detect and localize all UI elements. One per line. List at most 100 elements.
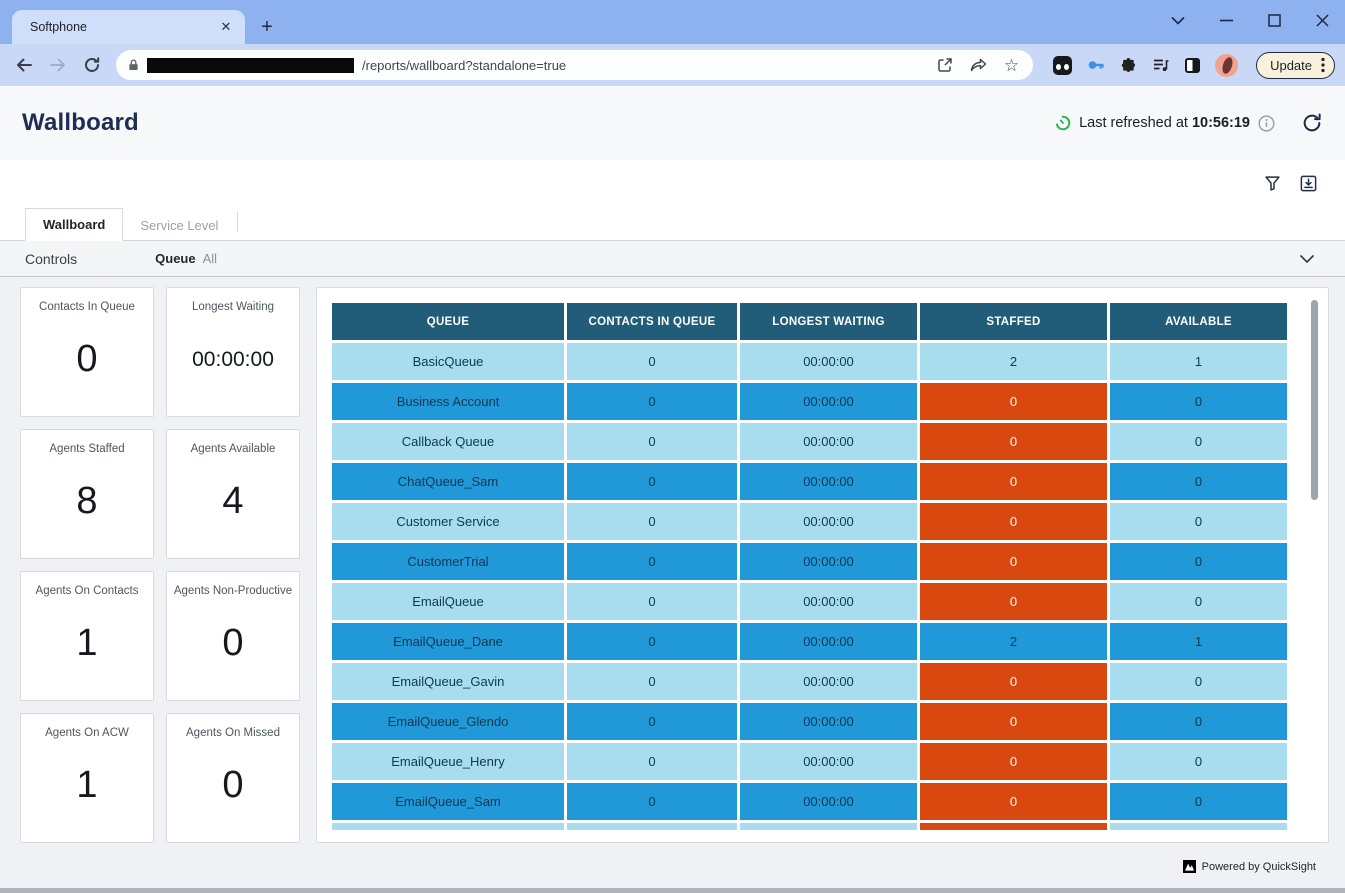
cell-queue[interactable]: EmailQueue_Gavin (332, 663, 564, 700)
tab-close-icon[interactable]: ✕ (217, 18, 235, 36)
cell-available[interactable]: 0 (1110, 463, 1287, 500)
cell-waiting[interactable]: 00:00:00 (740, 543, 917, 580)
cell-staffed[interactable]: 0 (920, 743, 1107, 780)
cell-waiting[interactable]: 00:00:00 (740, 703, 917, 740)
maximize-button[interactable] (1265, 11, 1283, 29)
tab-search-icon[interactable] (1169, 11, 1187, 29)
cell-queue[interactable]: EmailQueue (332, 583, 564, 620)
table-scrollbar[interactable] (1311, 300, 1318, 500)
tab-service-level[interactable]: Service Level (123, 210, 235, 241)
dark-mode-extension-icon[interactable] (1185, 58, 1200, 73)
minimize-button[interactable] (1217, 11, 1235, 29)
info-icon[interactable] (1258, 115, 1275, 132)
chevron-down-icon[interactable] (1299, 254, 1315, 264)
cell-staffed[interactable]: 0 (920, 703, 1107, 740)
queue-filter-label[interactable]: Queue (155, 251, 195, 266)
cell-waiting[interactable]: 00:00:00 (740, 743, 917, 780)
cell-waiting[interactable]: 00:00:00 (740, 783, 917, 820)
extension-key-icon[interactable] (1087, 56, 1105, 74)
url-text[interactable]: /reports/wallboard?standalone=true (362, 58, 929, 73)
cell-waiting[interactable]: 00:00:00 (740, 343, 917, 380)
cell-available[interactable]: 0 (1110, 783, 1287, 820)
back-icon[interactable] (10, 51, 38, 79)
cell-waiting[interactable]: 00:00:00 (740, 623, 917, 660)
cell-staffed[interactable]: 0 (920, 503, 1107, 540)
cell-queue[interactable]: CustomerTrial (332, 543, 564, 580)
reload-icon[interactable] (78, 51, 106, 79)
cell-staffed[interactable]: 0 (920, 823, 1107, 830)
lock-icon[interactable] (128, 58, 139, 72)
queue-filter-value[interactable]: All (203, 251, 217, 266)
cell-contacts[interactable]: 0 (567, 423, 737, 460)
cell-waiting[interactable]: 00:00:00 (740, 823, 917, 830)
new-tab-button[interactable]: + (253, 13, 281, 41)
cell-staffed[interactable]: 0 (920, 663, 1107, 700)
cell-staffed[interactable]: 2 (920, 343, 1107, 380)
cell-staffed[interactable]: 0 (920, 543, 1107, 580)
column-header[interactable]: AVAILABLE (1110, 303, 1287, 340)
cell-queue[interactable]: BasicQueue (332, 343, 564, 380)
extensions-puzzle-icon[interactable] (1120, 57, 1137, 74)
cell-queue[interactable]: EmailQueue_Sam (332, 783, 564, 820)
cell-contacts[interactable]: 0 (567, 623, 737, 660)
cell-waiting[interactable]: 00:00:00 (740, 583, 917, 620)
cell-contacts[interactable]: 0 (567, 743, 737, 780)
address-bar[interactable]: /reports/wallboard?standalone=true ☆ (116, 50, 1033, 80)
cell-available[interactable]: 0 (1110, 543, 1287, 580)
extension-glasses-icon[interactable] (1053, 56, 1072, 75)
column-header[interactable]: STAFFED (920, 303, 1107, 340)
cell-contacts[interactable]: 0 (567, 543, 737, 580)
cell-waiting[interactable]: 00:00:00 (740, 503, 917, 540)
cell-available[interactable]: 0 (1110, 743, 1287, 780)
cell-available[interactable]: 0 (1110, 583, 1287, 620)
cell-staffed[interactable]: 2 (920, 623, 1107, 660)
cell-available[interactable]: 0 (1110, 703, 1287, 740)
cell-available[interactable]: 0 (1110, 663, 1287, 700)
column-header[interactable]: QUEUE (332, 303, 564, 340)
browser-tab-softphone[interactable]: Softphone ✕ (12, 10, 245, 44)
cell-contacts[interactable]: 0 (567, 343, 737, 380)
bookmark-star-icon[interactable]: ☆ (1004, 57, 1019, 74)
cell-available[interactable]: 0 (1110, 383, 1287, 420)
cell-queue[interactable]: EmailQueue_Henry (332, 743, 564, 780)
cell-contacts[interactable]: 0 (567, 463, 737, 500)
cell-available[interactable]: 0 (1110, 823, 1287, 830)
close-window-button[interactable] (1313, 11, 1331, 29)
cell-available[interactable]: 0 (1110, 423, 1287, 460)
forward-icon[interactable] (44, 51, 72, 79)
refresh-button[interactable] (1301, 112, 1323, 134)
cell-queue[interactable]: EmailQueue_Glendo (332, 703, 564, 740)
column-header[interactable]: LONGEST WAITING (740, 303, 917, 340)
cell-staffed[interactable]: 0 (920, 583, 1107, 620)
cell-waiting[interactable]: 00:00:00 (740, 383, 917, 420)
cell-queue[interactable]: Callback Queue (332, 423, 564, 460)
kebab-menu-icon[interactable] (1321, 57, 1325, 73)
cell-contacts[interactable]: 0 (567, 663, 737, 700)
cell-available[interactable]: 1 (1110, 623, 1287, 660)
cell-contacts[interactable]: 0 (567, 583, 737, 620)
cell-waiting[interactable]: 00:00:00 (740, 463, 917, 500)
open-in-new-icon[interactable] (937, 57, 953, 73)
export-icon[interactable] (1297, 172, 1319, 194)
cell-contacts[interactable]: 0 (567, 383, 737, 420)
cell-contacts[interactable]: 0 (567, 703, 737, 740)
cell-staffed[interactable]: 0 (920, 423, 1107, 460)
browser-update-button[interactable]: Update (1256, 52, 1335, 79)
cell-queue[interactable]: EmailQueue_T (332, 823, 564, 830)
cell-contacts[interactable]: 0 (567, 783, 737, 820)
share-icon[interactable] (970, 58, 987, 73)
cell-available[interactable]: 0 (1110, 503, 1287, 540)
cell-contacts[interactable]: 0 (567, 823, 737, 830)
cell-queue[interactable]: Business Account (332, 383, 564, 420)
profile-avatar[interactable] (1215, 54, 1238, 77)
cell-queue[interactable]: Customer Service (332, 503, 564, 540)
cell-waiting[interactable]: 00:00:00 (740, 423, 917, 460)
cell-staffed[interactable]: 0 (920, 783, 1107, 820)
cell-staffed[interactable]: 0 (920, 463, 1107, 500)
column-header[interactable]: CONTACTS IN QUEUE (567, 303, 737, 340)
filter-icon[interactable] (1261, 172, 1283, 194)
cell-queue[interactable]: EmailQueue_Dane (332, 623, 564, 660)
playlist-queue-icon[interactable] (1152, 56, 1170, 74)
cell-contacts[interactable]: 0 (567, 503, 737, 540)
cell-queue[interactable]: ChatQueue_Sam (332, 463, 564, 500)
